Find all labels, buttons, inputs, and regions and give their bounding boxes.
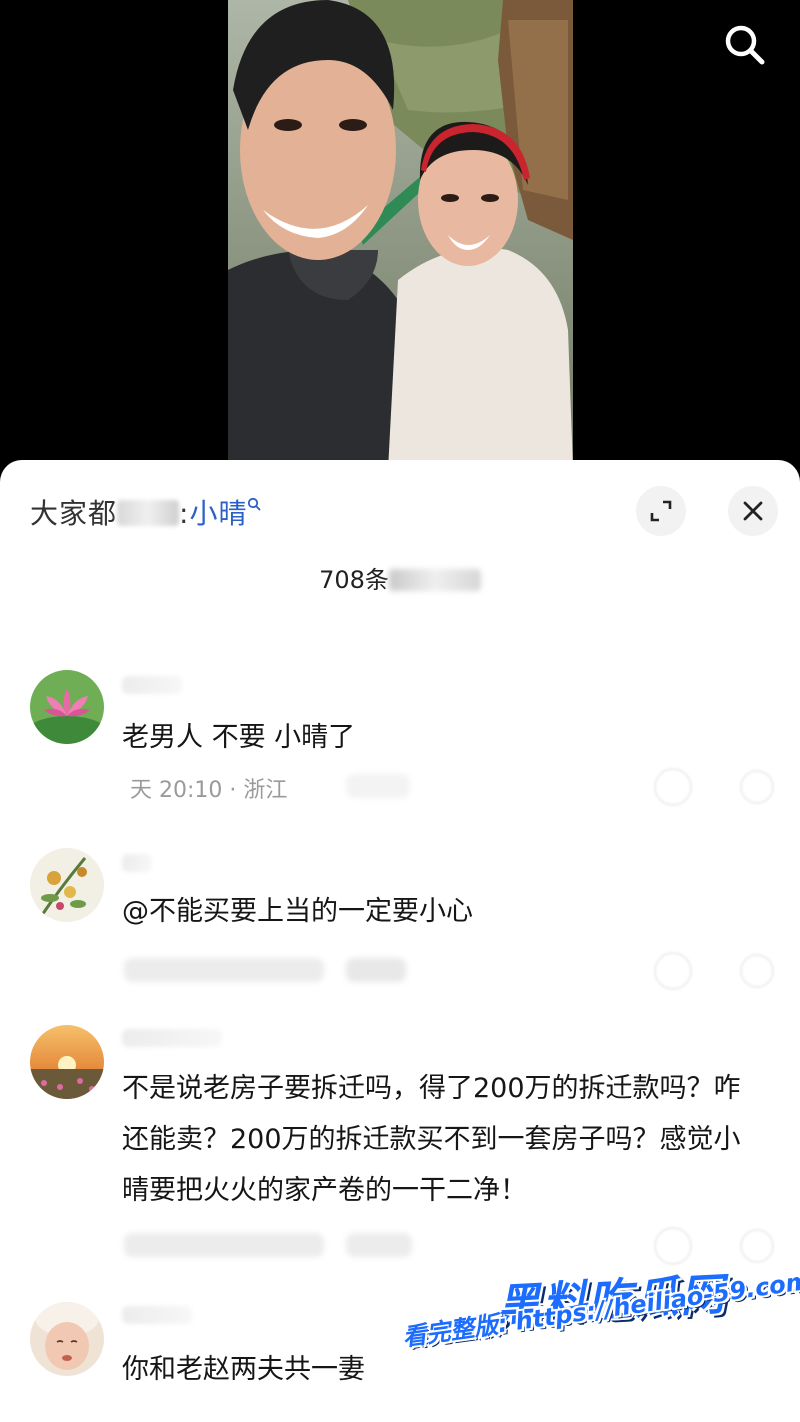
comment-text: @不能买要上当的一定要小心 (122, 896, 473, 927)
search-suggestion-term-text: 小晴 (189, 497, 248, 530)
search-button[interactable] (718, 18, 772, 72)
blurred-text (388, 569, 481, 591)
flower-painting-avatar[interactable] (30, 848, 104, 922)
like-button[interactable] (654, 952, 692, 990)
comment-meta: 天 20:10 · 浙江 (130, 778, 288, 803)
video-frame (228, 0, 573, 470)
lotus-avatar[interactable] (30, 670, 104, 744)
flower-painting-icon (30, 848, 104, 922)
search-suggestion-prefix: 大家都 (30, 497, 118, 530)
blurred-text (117, 500, 180, 526)
blurred-username (122, 1029, 222, 1047)
reply-button[interactable] (346, 1233, 412, 1257)
search-suggestion-colon: : (179, 497, 190, 530)
search-suggestion-term[interactable]: 小晴 (189, 497, 261, 530)
dislike-button[interactable] (740, 954, 774, 988)
blurred-username (122, 854, 152, 872)
comment-count-number: 708 (319, 566, 365, 594)
comment-text: 老男人 不要 小晴了 (122, 722, 356, 753)
sunset-avatar[interactable] (30, 1025, 104, 1099)
blurred-meta (124, 1233, 324, 1257)
lotus-icon (30, 670, 104, 744)
sunset-icon (30, 1025, 104, 1099)
close-icon (743, 501, 763, 521)
small-search-icon (248, 497, 261, 511)
dislike-button[interactable] (740, 770, 774, 804)
reply-button[interactable] (346, 774, 410, 798)
blurred-meta (124, 958, 324, 982)
blurred-username (122, 1306, 192, 1324)
comment-location: 浙江 (243, 778, 288, 803)
search-icon (725, 25, 765, 65)
dislike-button[interactable] (740, 1229, 774, 1263)
like-button[interactable] (654, 768, 692, 806)
baby-avatar[interactable] (30, 1302, 104, 1376)
expand-button[interactable] (636, 486, 686, 536)
comment-count-unit: 条 (364, 566, 389, 594)
baby-icon (30, 1302, 104, 1376)
comment-text: 你和老赵两夫共一妻 (122, 1354, 365, 1385)
video-still-image (228, 0, 573, 470)
video-player[interactable] (0, 0, 800, 470)
comment-sheet-header: 大家都:小晴 (0, 460, 800, 560)
reply-button[interactable] (346, 958, 406, 982)
comment-time: 天 20:10 (130, 778, 223, 803)
comment-count: 708条 (0, 560, 800, 595)
blurred-username (122, 676, 182, 694)
expand-icon (650, 500, 672, 522)
close-button[interactable] (728, 486, 778, 536)
search-suggestion[interactable]: 大家都:小晴 (30, 492, 261, 532)
comment-text: 不是说老房子要拆迁吗，得了200万的拆迁款吗？咋还能卖？200万的拆迁款买不到一… (122, 1073, 741, 1206)
